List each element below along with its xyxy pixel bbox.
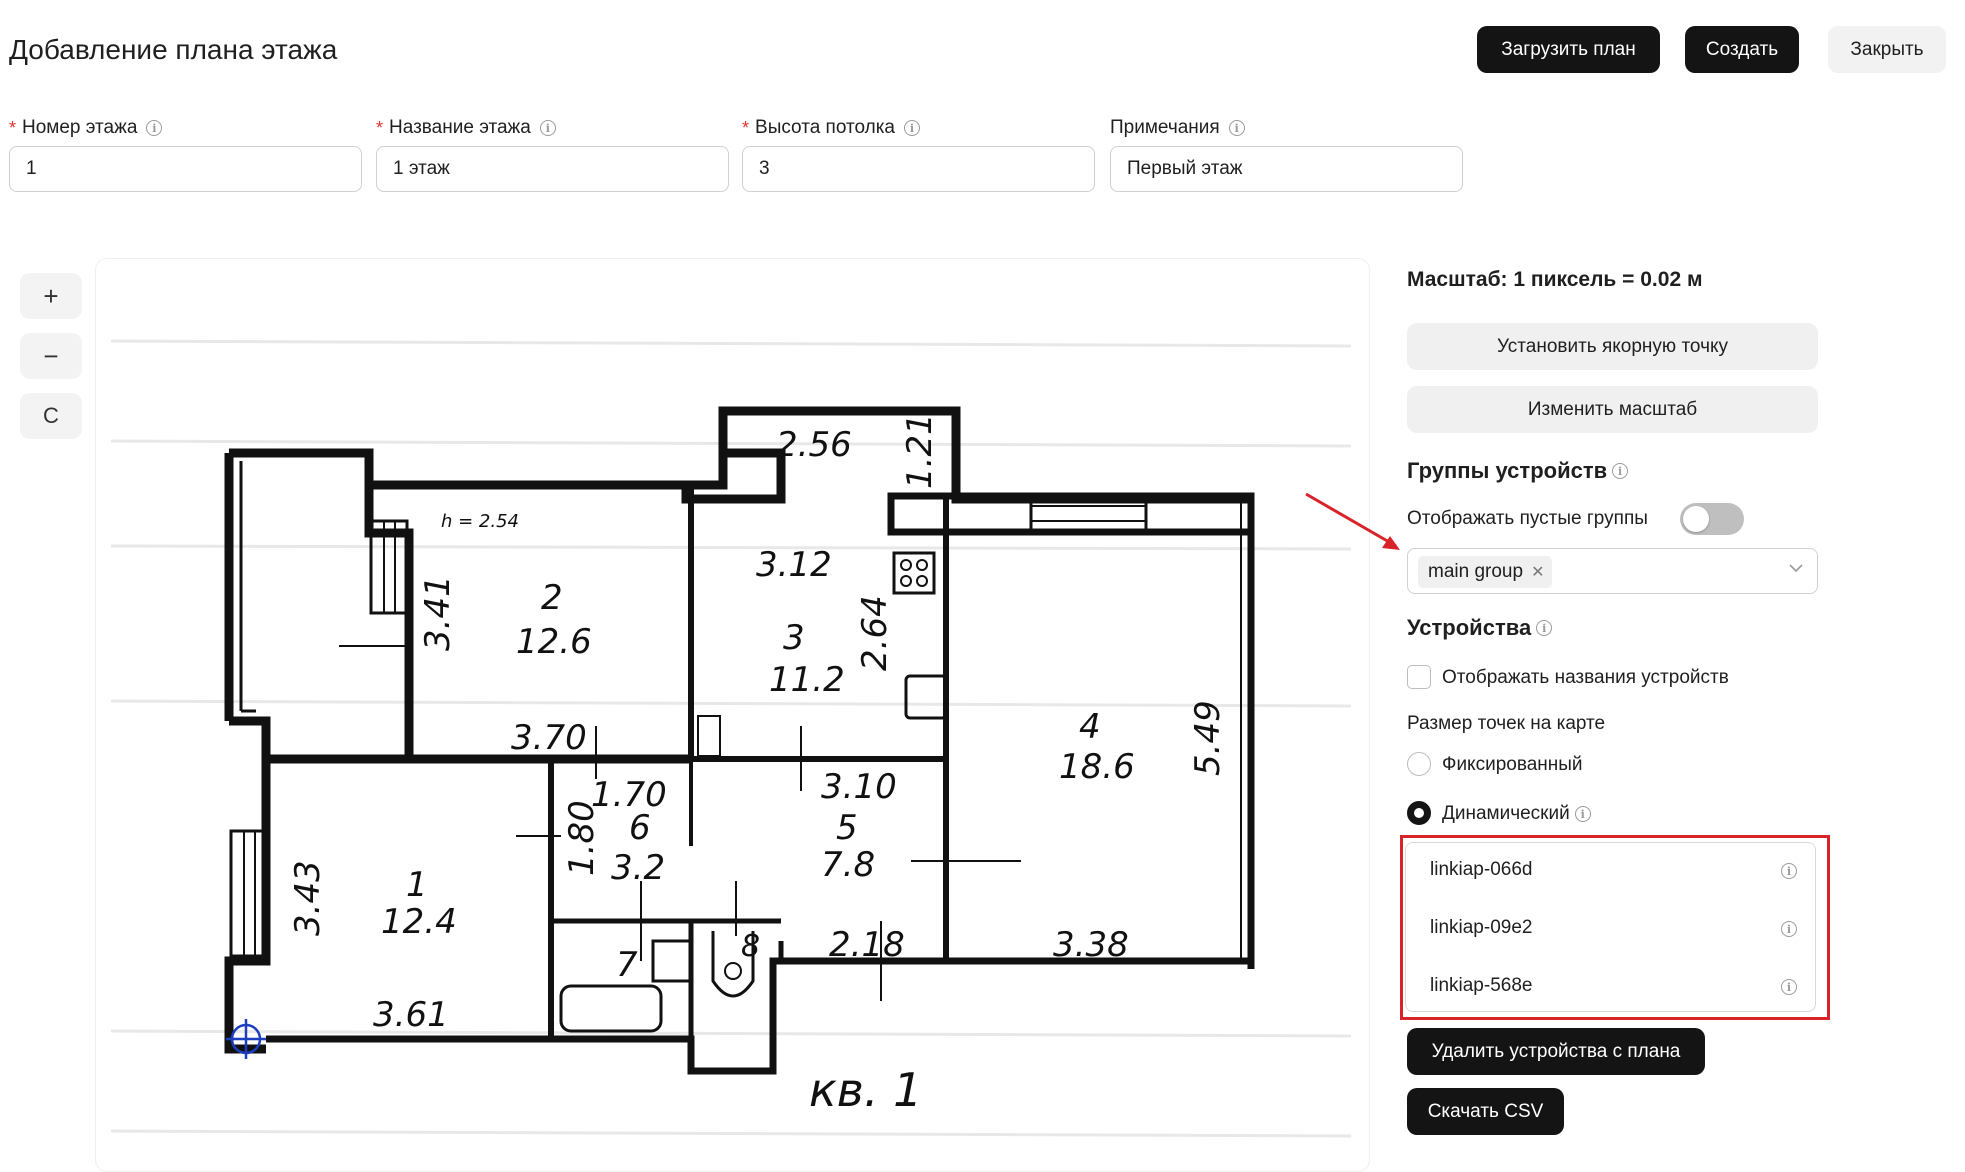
selected-group-tag: main group ✕ xyxy=(1418,556,1553,588)
show-device-names-label: Отображать названия устройств xyxy=(1442,667,1729,688)
ceiling-height-input[interactable] xyxy=(742,146,1095,192)
floor-plan-drawing: 2.56 1.21 h = 2.54 2 12.6 3.41 3.12 3 11… xyxy=(110,339,1352,1138)
fixed-size-radio[interactable] xyxy=(1407,752,1431,776)
info-icon[interactable]: i xyxy=(539,120,556,136)
close-button[interactable]: Закрыть xyxy=(1828,26,1946,73)
plan-label: 2.18 xyxy=(829,925,905,965)
plan-label: 12.6 xyxy=(516,622,592,662)
floor-name-input[interactable] xyxy=(376,146,729,192)
notes-label-text: Примечания xyxy=(1110,117,1220,138)
toggle-knob xyxy=(1683,506,1709,532)
info-icon[interactable]: i xyxy=(146,120,163,136)
create-button[interactable]: Создать xyxy=(1685,26,1799,73)
plan-label: 11.2 xyxy=(769,660,845,700)
floor-name-label: * Название этажа i xyxy=(376,117,556,139)
dot-size-label: Размер точек на карте xyxy=(1407,713,1606,734)
highlight-box xyxy=(1400,835,1830,1020)
plan-label: 12.4 xyxy=(381,902,457,942)
show-empty-groups-toggle[interactable] xyxy=(1680,503,1744,535)
zoom-in-button[interactable]: + xyxy=(20,273,82,319)
dynamic-size-radio[interactable] xyxy=(1407,801,1431,825)
upload-plan-button[interactable]: Загрузить план xyxy=(1477,26,1660,73)
plan-label: 1 xyxy=(406,865,428,905)
plan-label: 7 xyxy=(616,945,638,985)
floor-number-label-text: Номер этажа xyxy=(22,117,138,138)
notes-label: Примечания i xyxy=(1110,117,1245,139)
plan-label: 18.6 xyxy=(1059,747,1135,787)
devices-title: Устройства i xyxy=(1407,615,1553,641)
info-icon[interactable]: i xyxy=(1536,620,1553,636)
zoom-out-button[interactable]: − xyxy=(20,333,82,379)
plan-label: 1.80 xyxy=(562,800,602,876)
plan-label: 3.70 xyxy=(511,718,587,758)
dynamic-size-label: Динамический i xyxy=(1442,803,1591,825)
device-groups-title-text: Группы устройств xyxy=(1407,458,1608,483)
notes-input[interactable] xyxy=(1110,146,1463,192)
reset-view-button[interactable]: C xyxy=(20,393,82,439)
show-empty-groups-label: Отображать пустые группы xyxy=(1407,508,1648,529)
plan-label: 3.12 xyxy=(756,545,832,585)
info-icon[interactable]: i xyxy=(1574,806,1591,822)
plan-label: 3.61 xyxy=(373,995,449,1035)
ceiling-height-label: * Высота потолка i xyxy=(742,117,921,139)
show-device-names-checkbox[interactable] xyxy=(1407,665,1431,689)
plan-label: 4 xyxy=(1079,707,1101,747)
required-mark: * xyxy=(376,117,384,138)
background-residue xyxy=(110,339,1352,1138)
plan-label: 3.10 xyxy=(821,767,897,807)
plan-label: 5 xyxy=(836,808,858,848)
plan-label: 2.56 xyxy=(776,425,852,465)
delete-devices-button[interactable]: Удалить устройства с плана xyxy=(1407,1028,1705,1075)
floor-number-label: * Номер этажа i xyxy=(9,117,163,139)
plan-label: h = 2.54 xyxy=(441,511,519,532)
close-icon[interactable]: ✕ xyxy=(1531,562,1544,582)
change-scale-button[interactable]: Изменить масштаб xyxy=(1407,386,1818,433)
plan-label: 1.21 xyxy=(900,413,940,489)
page-title: Добавление плана этажа xyxy=(9,34,338,65)
device-group-select[interactable]: main group ✕ xyxy=(1407,548,1818,594)
plan-label: 5.49 xyxy=(1188,700,1228,776)
plan-label: 3.43 xyxy=(288,860,328,936)
plan-label: 7.8 xyxy=(821,845,875,885)
plan-label: 3.41 xyxy=(418,575,458,651)
annotation-arrow-icon xyxy=(1305,492,1400,550)
plan-label: 2 xyxy=(541,578,563,618)
chevron-down-icon xyxy=(1789,564,1803,573)
info-icon[interactable]: i xyxy=(1612,463,1629,479)
plan-caption: кв. 1 xyxy=(809,1063,922,1117)
floor-name-label-text: Название этажа xyxy=(389,117,531,138)
device-groups-title: Группы устройств i xyxy=(1407,458,1629,484)
dynamic-size-label-text: Динамический xyxy=(1442,803,1570,824)
devices-title-text: Устройства xyxy=(1407,615,1532,640)
plan-label: 8 xyxy=(741,929,760,964)
fixed-size-label: Фиксированный xyxy=(1442,754,1583,775)
plan-label: 3 xyxy=(783,618,805,658)
info-icon[interactable]: i xyxy=(1228,120,1245,136)
plan-label: 3.2 xyxy=(611,848,665,888)
download-csv-button[interactable]: Скачать CSV xyxy=(1407,1088,1564,1135)
required-mark: * xyxy=(742,117,750,138)
floor-number-input[interactable] xyxy=(9,146,362,192)
info-icon[interactable]: i xyxy=(904,120,921,136)
plan-label: 3.38 xyxy=(1053,925,1129,965)
required-mark: * xyxy=(9,117,17,138)
selected-group-label: main group xyxy=(1428,561,1524,582)
scale-text: Масштаб: 1 пиксель = 0.02 м xyxy=(1407,268,1703,291)
set-anchor-button[interactable]: Установить якорную точку xyxy=(1407,323,1818,370)
floor-plan-canvas[interactable]: 2.56 1.21 h = 2.54 2 12.6 3.41 3.12 3 11… xyxy=(95,258,1370,1172)
plan-label: 6 xyxy=(629,808,651,848)
plan-label: 2.64 xyxy=(855,595,895,671)
ceiling-height-label-text: Высота потолка xyxy=(755,117,896,138)
